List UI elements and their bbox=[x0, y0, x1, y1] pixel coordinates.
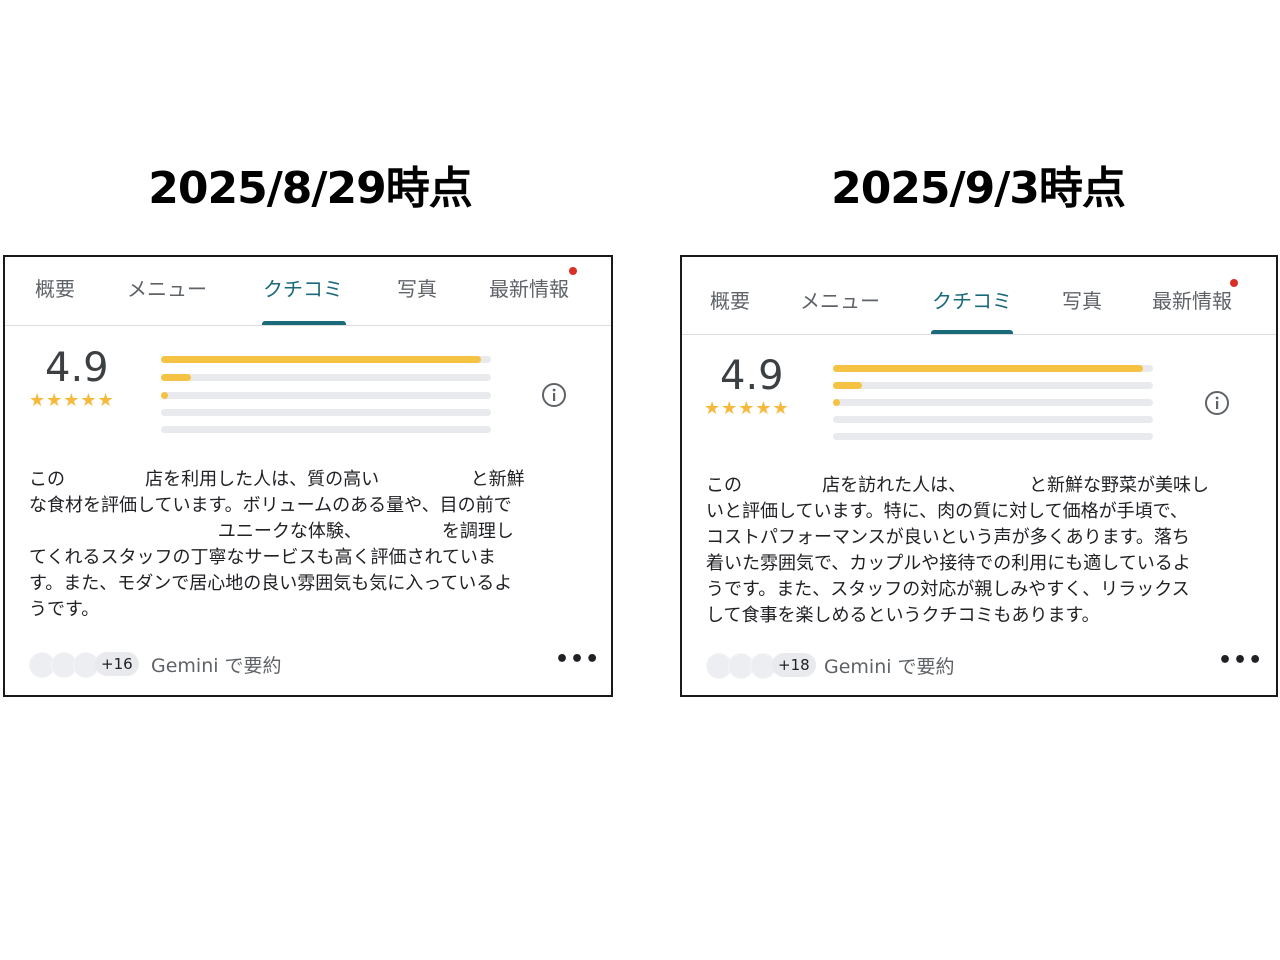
left-reviewer-avatars[interactable]: +16 bbox=[29, 652, 149, 678]
right-tab-overview[interactable]: 概要 bbox=[710, 285, 750, 314]
right-active-tab-indicator bbox=[931, 330, 1013, 334]
right-tab-reviews[interactable]: クチコミ bbox=[932, 285, 1012, 314]
right-tab-menu[interactable]: メニュー bbox=[800, 285, 880, 314]
right-reviewer-avatars[interactable]: +18 bbox=[706, 653, 826, 679]
left-active-tab-indicator bbox=[262, 321, 346, 325]
right-reviews-card: 概要 メニュー クチコミ 写真 最新情報 4.9 ★★★★★ この 店を訪れた人… bbox=[680, 255, 1278, 697]
right-rating-score: 4.9 bbox=[720, 353, 784, 399]
left-bar-4-star-fill bbox=[161, 374, 191, 381]
left-bar-5-star bbox=[161, 356, 491, 363]
left-rating-score: 4.9 bbox=[45, 345, 109, 391]
left-tab-photos[interactable]: 写真 bbox=[397, 273, 437, 302]
left-tab-overview[interactable]: 概要 bbox=[35, 273, 75, 302]
right-bar-3-star-fill bbox=[833, 399, 840, 406]
info-icon[interactable] bbox=[1204, 390, 1230, 416]
left-bar-4-star bbox=[161, 374, 491, 381]
left-notification-dot bbox=[569, 267, 577, 275]
right-bar-5-star-fill bbox=[833, 365, 1144, 372]
right-notification-dot bbox=[1230, 279, 1238, 287]
more-horiz-icon[interactable]: ••• bbox=[1218, 648, 1263, 673]
left-rating-stars: ★★★★★ bbox=[29, 390, 115, 411]
left-bar-1-star bbox=[161, 426, 491, 433]
left-bar-3-star-fill bbox=[161, 392, 168, 399]
right-bar-1-star bbox=[833, 433, 1153, 440]
left-bar-3-star bbox=[161, 392, 491, 399]
left-reviewer-count-badge: +16 bbox=[95, 652, 139, 676]
right-bar-2-star bbox=[833, 416, 1153, 423]
left-tab-reviews[interactable]: クチコミ bbox=[263, 273, 343, 302]
right-tab-bar: 概要 メニュー クチコミ 写真 最新情報 bbox=[682, 257, 1276, 335]
right-bar-4-star-fill bbox=[833, 382, 862, 389]
right-rating-stars: ★★★★★ bbox=[704, 398, 790, 419]
right-bar-5-star bbox=[833, 365, 1153, 372]
left-bar-5-star-fill bbox=[161, 356, 482, 363]
right-date-heading: 2025/9/3時点 bbox=[831, 163, 1126, 214]
more-horiz-icon[interactable]: ••• bbox=[555, 647, 600, 672]
right-review-summary: この 店を訪れた人は、 と新鮮な野菜が美味し いと評価しています。特に、肉の質に… bbox=[706, 475, 1210, 626]
info-icon[interactable] bbox=[541, 382, 567, 408]
left-review-summary: この 店を利用した人は、質の高い と新鮮 な食材を評価しています。ボリュームのあ… bbox=[29, 469, 525, 620]
left-date-heading: 2025/8/29時点 bbox=[148, 163, 472, 214]
right-reviewer-count-badge: +18 bbox=[772, 653, 816, 677]
left-tab-menu[interactable]: メニュー bbox=[127, 273, 207, 302]
right-tab-photos[interactable]: 写真 bbox=[1062, 285, 1102, 314]
right-gemini-summary-label: Gemini で要約 bbox=[824, 656, 955, 678]
left-bar-2-star bbox=[161, 409, 491, 416]
right-tab-updates[interactable]: 最新情報 bbox=[1152, 285, 1232, 314]
right-bar-4-star bbox=[833, 382, 1153, 389]
left-tab-bar: 概要 メニュー クチコミ 写真 最新情報 bbox=[5, 257, 611, 326]
right-bar-3-star bbox=[833, 399, 1153, 406]
left-gemini-summary-label: Gemini で要約 bbox=[151, 655, 282, 677]
left-reviews-card: 概要 メニュー クチコミ 写真 最新情報 4.9 ★★★★★ この 店を利用した… bbox=[3, 255, 613, 697]
left-tab-updates[interactable]: 最新情報 bbox=[489, 273, 569, 302]
